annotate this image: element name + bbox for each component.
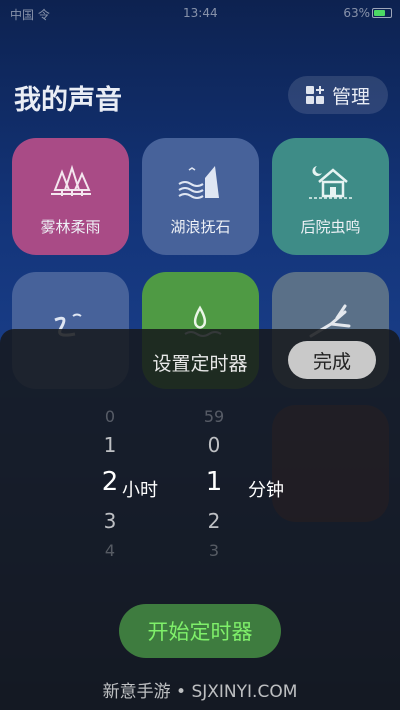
forest-icon — [51, 164, 91, 196]
hours-unit-label: 小时 — [122, 480, 158, 501]
wave-cliff-icon — [178, 166, 219, 199]
picker-value-selected: 1 — [205, 467, 223, 497]
manage-label: 管理 — [331, 85, 370, 108]
battery-percent: 63% — [343, 6, 370, 20]
picker-value: 1 — [103, 433, 117, 457]
status-bar: 中国 令 13:44 63% — [0, 0, 400, 26]
sound-tile-foggy-rain[interactable]: 雾林柔雨 — [12, 138, 129, 255]
picker-value: 0 — [104, 407, 116, 426]
battery-icon — [372, 8, 392, 18]
timer-sheet: 设置定时器 完成 0 1 2 3 4 小时 59 0 1 2 3 分钟 开始定时… — [0, 329, 400, 710]
picker-value: 0 — [207, 433, 221, 457]
sound-tile-lake-waves[interactable]: 湖浪抚石 — [142, 138, 259, 255]
tile-label: 雾林柔雨 — [40, 218, 101, 236]
house-moon-icon — [309, 166, 353, 199]
tile-label: 后院虫鸣 — [300, 218, 361, 236]
start-timer-button[interactable]: 开始定时器 — [119, 604, 281, 658]
picker-value: 3 — [103, 509, 117, 533]
clock-label: 13:44 — [183, 6, 218, 20]
minutes-unit-label: 分钟 — [248, 480, 284, 501]
picker-value: 59 — [203, 407, 225, 426]
page-title: 我的声音 — [14, 85, 122, 116]
picker-value: 3 — [208, 541, 220, 560]
tile-label: 湖浪抚石 — [170, 218, 231, 236]
sound-tile-backyard-insects[interactable]: 后院虫鸣 — [272, 138, 389, 255]
carrier-label: 中国 令 — [10, 8, 50, 22]
done-button[interactable]: 完成 — [288, 341, 376, 379]
manage-button[interactable]: 管理 — [288, 76, 388, 114]
grid-plus-icon — [305, 86, 324, 104]
picker-value: 2 — [207, 509, 221, 533]
picker-value: 4 — [104, 541, 116, 560]
watermark-text: 新意手游 • SJXINYI.COM — [102, 682, 298, 702]
